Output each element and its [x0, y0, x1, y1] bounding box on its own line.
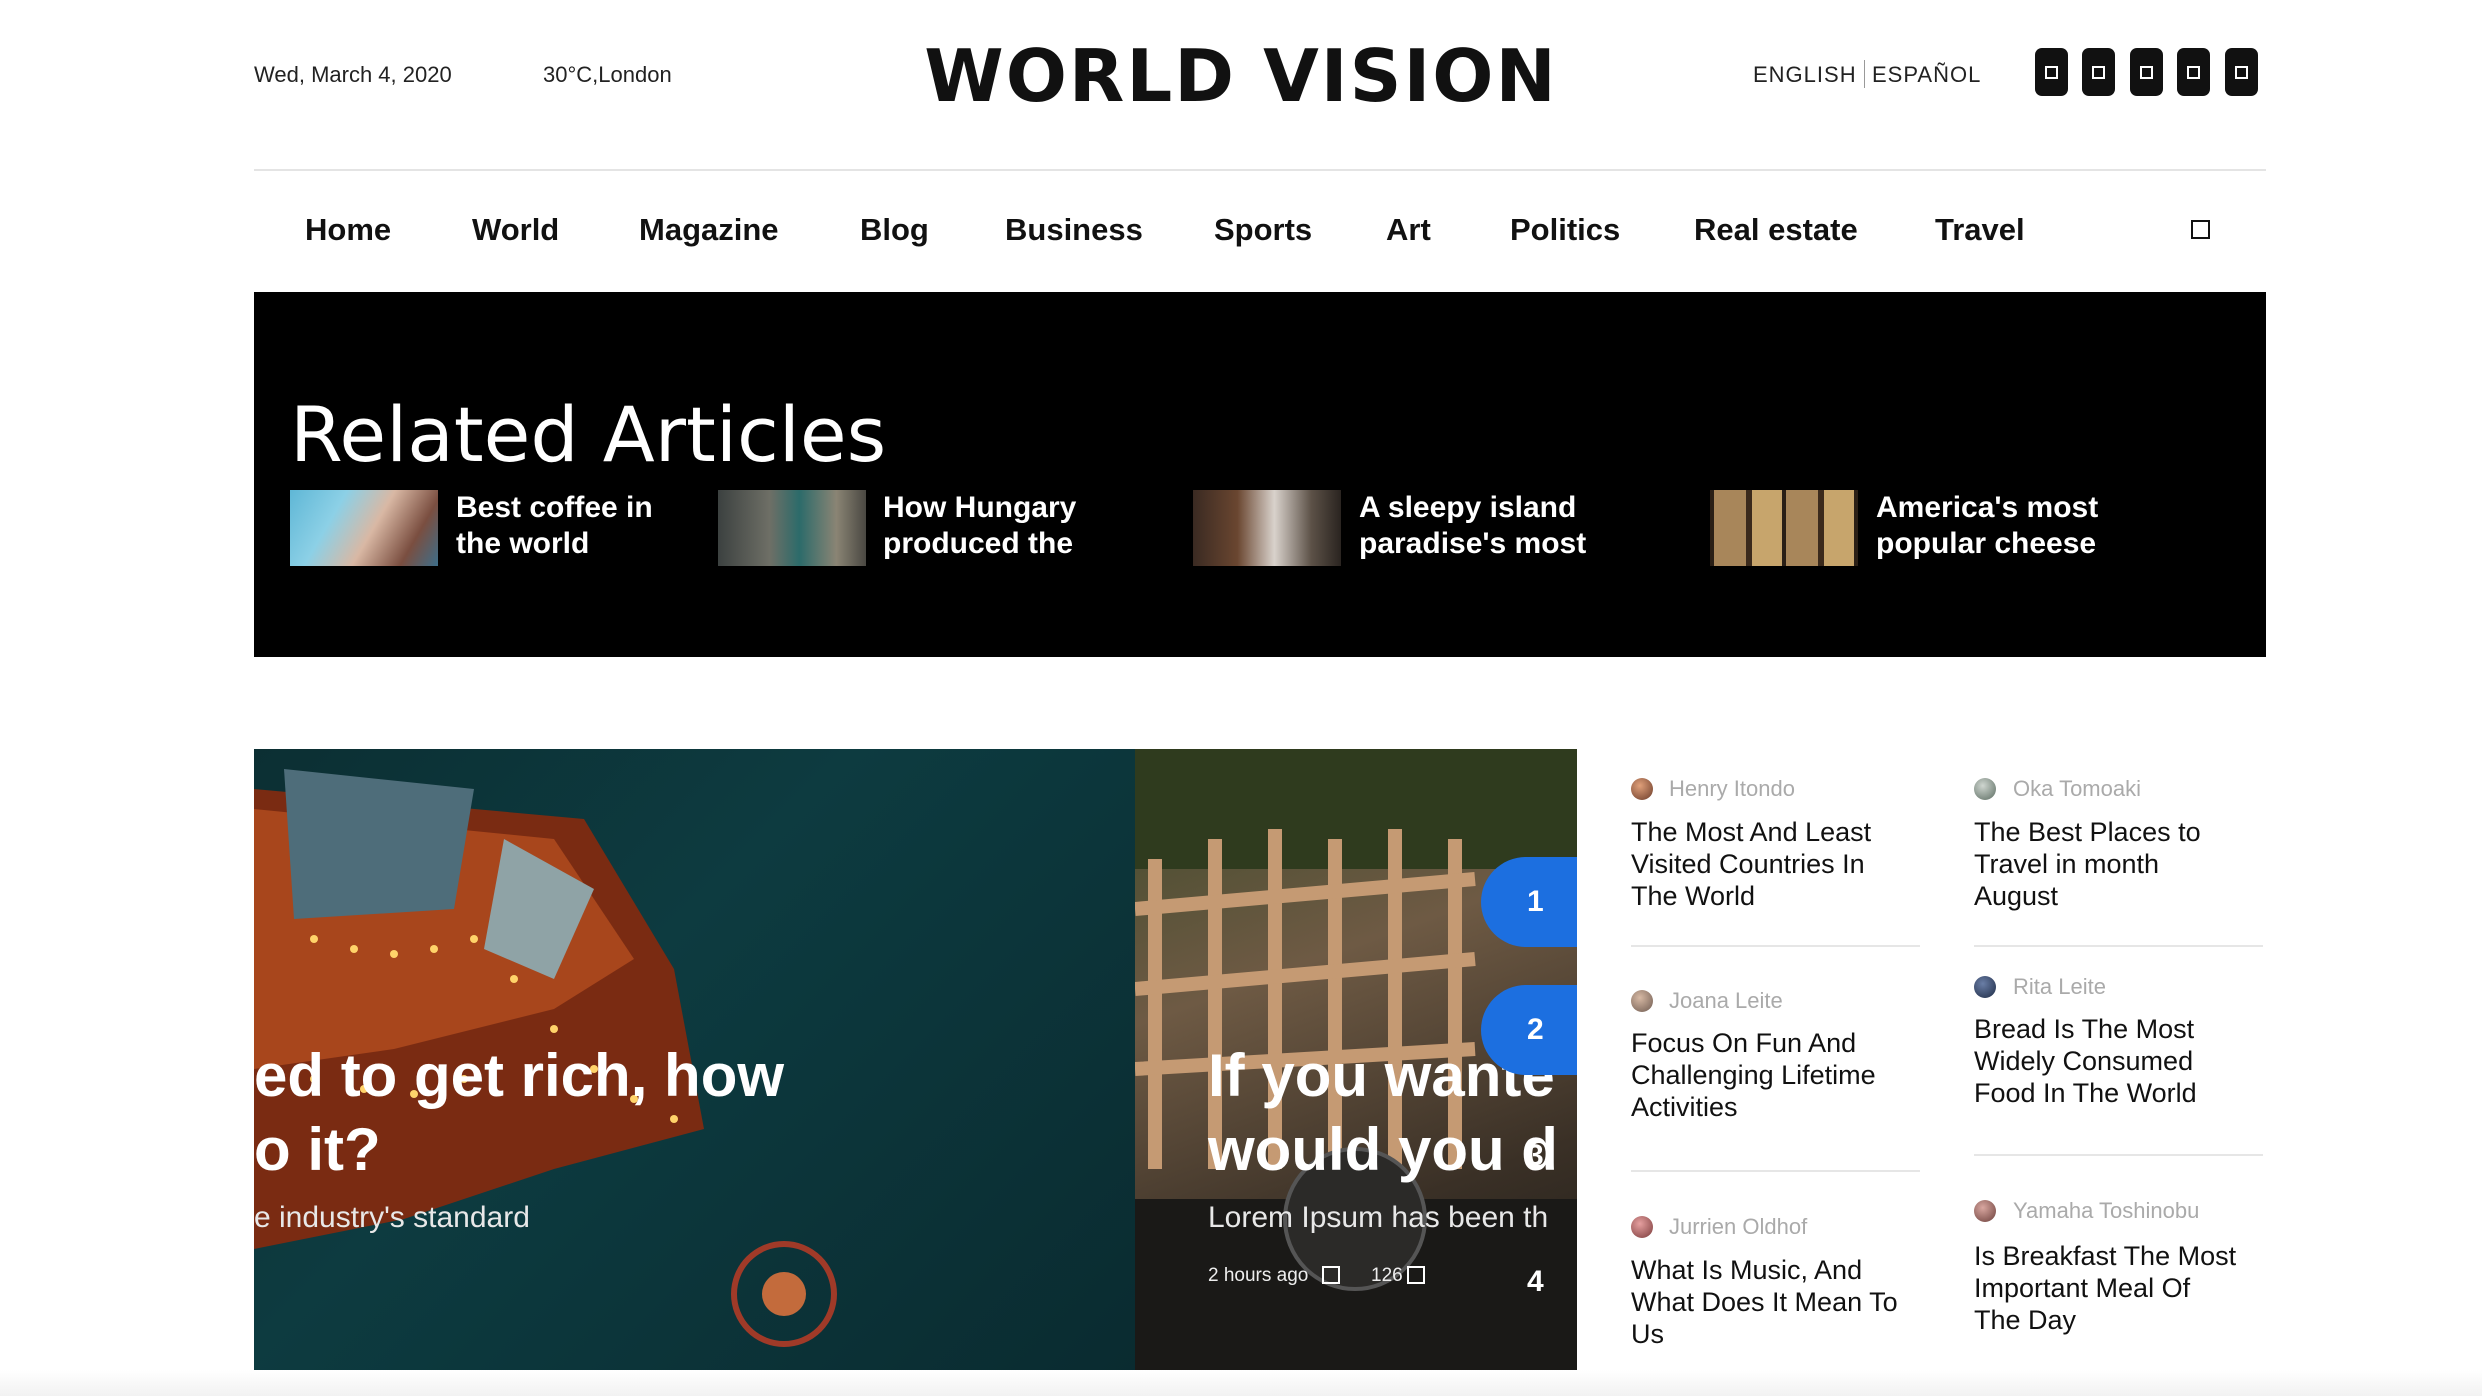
side-article-2-line1: The Best Places to [1974, 817, 2201, 847]
hero-comment-count: 126 [1371, 1265, 1403, 1286]
slide-button-4[interactable]: 4 [1527, 1265, 1544, 1299]
related-thumb-coffee[interactable] [290, 490, 438, 566]
related-thumb-hungary[interactable] [718, 490, 866, 566]
avatar [1974, 778, 1996, 800]
related-item-1-line2: the world [456, 527, 590, 560]
article-divider [1631, 945, 1920, 947]
side-article-1-line2: Visited Countries In [1631, 849, 1865, 879]
comment-icon [1407, 1266, 1425, 1284]
related-item-2[interactable]: How Hungary produced the [883, 490, 1076, 562]
side-article-3[interactable]: Focus On Fun And Challenging Lifetime Ac… [1631, 1027, 1876, 1123]
related-item-4-line1: America's most [1876, 491, 2099, 524]
side-article-6-line1: Is Breakfast The Most [1974, 1241, 2237, 1271]
social-icon-4[interactable] [2177, 48, 2210, 96]
author-name[interactable]: Oka Tomoaki [2013, 776, 2141, 802]
side-article-5[interactable]: What Is Music, And What Does It Mean To … [1631, 1254, 1898, 1350]
author-name[interactable]: Joana Leite [1669, 988, 1783, 1014]
related-item-4[interactable]: America's most popular cheese [1876, 490, 2098, 562]
slide-button-2[interactable]: 2 [1481, 985, 1577, 1075]
nav-blog[interactable]: Blog [860, 212, 929, 248]
page-bottom-fade [0, 1370, 2482, 1396]
article-divider [1974, 1154, 2263, 1156]
nav-home[interactable]: Home [305, 212, 391, 248]
slide-button-1[interactable]: 1 [1481, 857, 1577, 947]
avatar [1974, 976, 1996, 998]
hero-right-heading-2: would you d [1208, 1116, 1558, 1183]
side-article-1-line1: The Most And Least [1631, 817, 1872, 847]
side-article-4-line3: Food In The World [1974, 1078, 2197, 1108]
hero-left-subtitle: e industry's standard [254, 1201, 530, 1234]
side-article-5-line3: Us [1631, 1319, 1664, 1349]
clock-icon [1322, 1266, 1340, 1284]
side-article-3-line1: Focus On Fun And [1631, 1028, 1857, 1058]
avatar [1974, 1200, 1996, 1222]
hero-left-heading-1: ed to get rich, how [254, 1042, 785, 1109]
related-thumb-cheese[interactable] [1710, 490, 1858, 566]
slide-button-3[interactable]: 3 [1527, 1139, 1544, 1173]
side-article-3-line2: Challenging Lifetime [1631, 1060, 1876, 1090]
article-divider [1974, 945, 2263, 947]
side-article-4-line2: Widely Consumed [1974, 1046, 2194, 1076]
side-article-1-line3: The World [1631, 881, 1756, 911]
social-icon-5[interactable] [2225, 48, 2258, 96]
lang-espanol-link[interactable]: ESPAÑOL [1872, 62, 1981, 88]
nav-world[interactable]: World [472, 212, 559, 248]
search-icon[interactable] [2191, 220, 2210, 239]
hero-slide-left[interactable]: ed to get rich, how o it? e industry's s… [254, 749, 1135, 1375]
article-divider [1631, 1170, 1920, 1172]
side-article-2-line3: August [1974, 881, 2059, 911]
related-thumb-island[interactable] [1193, 490, 1341, 566]
nav-travel[interactable]: Travel [1935, 212, 2025, 248]
side-article-2-line2: Travel in month [1974, 849, 2160, 879]
related-item-3-line2: paradise's most [1359, 527, 1587, 560]
author-name[interactable]: Jurrien Oldhof [1669, 1214, 1807, 1240]
related-item-2-line2: produced the [883, 527, 1074, 560]
lang-english-link[interactable]: ENGLISH [1753, 62, 1857, 88]
nav-real-estate[interactable]: Real estate [1694, 212, 1858, 248]
author-name[interactable]: Henry Itondo [1669, 776, 1795, 802]
side-article-2[interactable]: The Best Places to Travel in month Augus… [1974, 816, 2201, 912]
lang-divider [1864, 60, 1865, 88]
hero-right-subtitle: Lorem Ipsum has been th [1208, 1201, 1549, 1234]
author-name[interactable]: Yamaha Toshinobu [2013, 1198, 2199, 1224]
header-divider [254, 169, 2266, 171]
related-item-2-line1: How Hungary [883, 491, 1077, 524]
avatar [1631, 778, 1653, 800]
social-icon-3[interactable] [2130, 48, 2163, 96]
nav-art[interactable]: Art [1386, 212, 1431, 248]
related-item-4-line2: popular cheese [1876, 527, 2097, 560]
side-article-4-line1: Bread Is The Most [1974, 1014, 2195, 1044]
side-article-6-line3: The Day [1974, 1305, 2077, 1335]
side-article-6-line2: Important Meal Of [1974, 1273, 2191, 1303]
side-article-5-line2: What Does It Mean To [1631, 1287, 1898, 1317]
nav-magazine[interactable]: Magazine [639, 212, 779, 248]
author-name[interactable]: Rita Leite [2013, 974, 2106, 1000]
avatar [1631, 990, 1653, 1012]
related-item-3[interactable]: A sleepy island paradise's most [1359, 490, 1586, 562]
nav-politics[interactable]: Politics [1510, 212, 1620, 248]
hero-time: 2 hours ago [1208, 1265, 1309, 1286]
nav-business[interactable]: Business [1005, 212, 1143, 248]
related-item-1[interactable]: Best coffee in the world [456, 490, 653, 562]
social-icon-2[interactable] [2082, 48, 2115, 96]
related-item-1-line1: Best coffee in [456, 491, 653, 524]
social-icon-1[interactable] [2035, 48, 2068, 96]
nav-sports[interactable]: Sports [1214, 212, 1312, 248]
side-article-5-line1: What Is Music, And [1631, 1255, 1863, 1285]
avatar [1631, 1216, 1653, 1238]
related-item-3-line1: A sleepy island [1359, 491, 1577, 524]
side-article-3-line3: Activities [1631, 1092, 1738, 1122]
side-article-1[interactable]: The Most And Least Visited Countries In … [1631, 816, 1871, 912]
side-article-4[interactable]: Bread Is The Most Widely Consumed Food I… [1974, 1013, 2197, 1109]
side-article-6[interactable]: Is Breakfast The Most Important Meal Of … [1974, 1240, 2236, 1336]
hero-slide-right[interactable]: If you wante would you d Lorem Ipsum has… [1135, 749, 1577, 1375]
related-title: Related Articles [290, 390, 887, 479]
hero-left-heading-2: o it? [254, 1116, 381, 1183]
